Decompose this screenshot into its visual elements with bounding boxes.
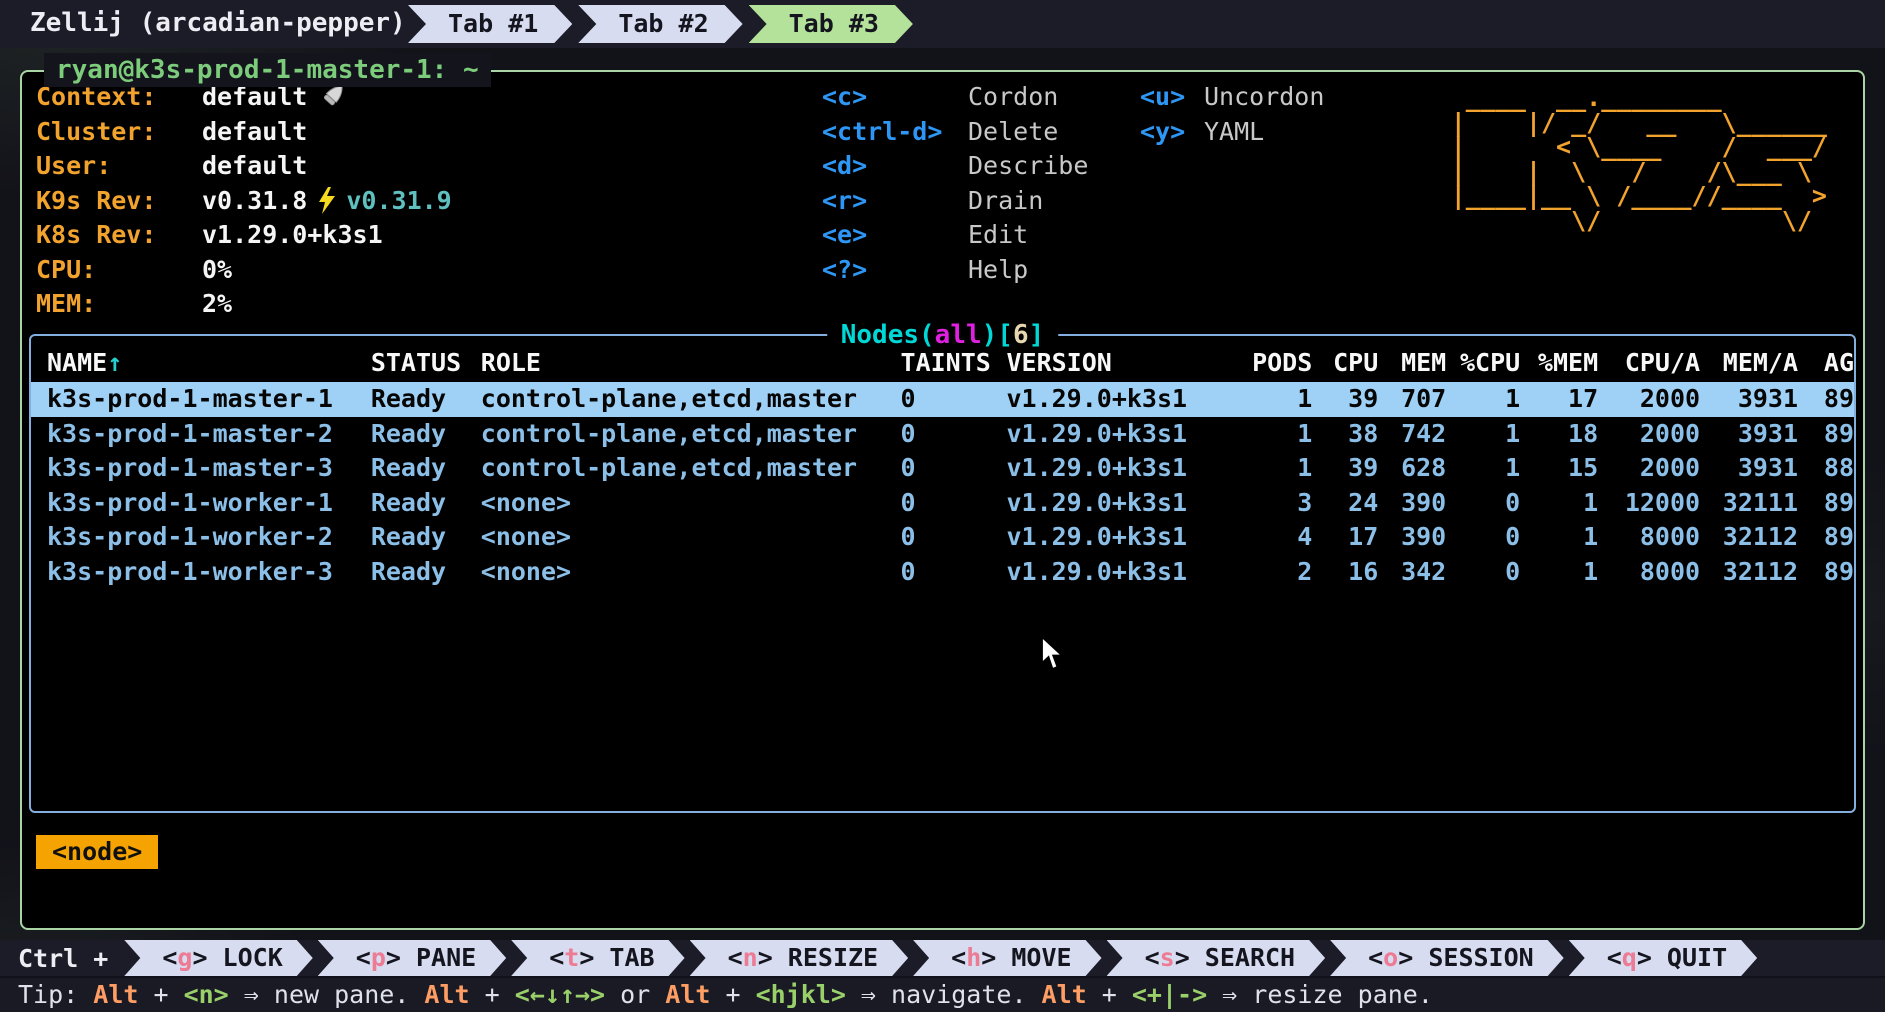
upgrade-bolt-icon <box>317 187 336 214</box>
column-header-status: STATUS <box>371 346 481 380</box>
table-row[interactable]: k3s-prod-1-master-1Readycontrol-plane,et… <box>31 382 1854 417</box>
status-ribbon-lock[interactable]: <g> LOCK <box>124 940 312 976</box>
column-header-pcpu: %CPU <box>1446 346 1520 380</box>
column-header-pods: PODS <box>1236 346 1312 380</box>
hotkey-hint: <c>Cordon <box>822 80 1088 115</box>
column-header-taints: TAINTS <box>901 346 1007 380</box>
session-name: Zellij (arcadian-pepper) <box>30 0 406 46</box>
sort-arrow-icon: ↑ <box>107 348 122 377</box>
hotkey-hint: <?>Help <box>822 253 1088 288</box>
pane-title: ryan@k3s-prod-1-master-1: ~ <box>44 53 491 87</box>
column-header-mema: MEM/A <box>1700 346 1798 380</box>
zellij-top-bar: Zellij (arcadian-pepper) Tab #1Tab #2Tab… <box>0 0 1885 48</box>
column-header-version: VERSION <box>1006 346 1236 380</box>
info-row: Cluster:default <box>36 115 452 150</box>
hotkey-hint: <e>Edit <box>822 218 1088 253</box>
tab-3[interactable]: Tab #3 <box>749 5 913 43</box>
status-ribbon-search[interactable]: <s> SEARCH <box>1107 940 1326 976</box>
column-header-name: NAME↑ <box>47 346 371 380</box>
column-header-cpua: CPU/A <box>1598 346 1700 380</box>
status-ribbon-session[interactable]: <o> SESSION <box>1330 940 1564 976</box>
column-header-cpu: CPU <box>1312 346 1378 380</box>
hotkey-hint: <d>Describe <box>822 149 1088 184</box>
k9s-cluster-info: Context:default Cluster:defaultUser:defa… <box>36 80 452 322</box>
node-table-body: k3s-prod-1-master-1Readycontrol-plane,et… <box>31 382 1854 589</box>
column-header-pmem: %MEM <box>1520 346 1598 380</box>
table-row[interactable]: k3s-prod-1-worker-2Ready<none>0v1.29.0+k… <box>31 520 1854 555</box>
mouse-cursor-icon <box>1040 636 1068 676</box>
status-ribbons: <g> LOCK<p> PANE<t> TAB<n> RESIZE<h> MOV… <box>124 940 1757 976</box>
k9s-hotkeys-column-2: <u>Uncordon<y>YAML <box>1140 80 1324 149</box>
table-header-row: NAME↑STATUSROLETAINTSVERSIONPODSCPUMEM%C… <box>31 346 1854 380</box>
table-row[interactable]: k3s-prod-1-master-2Readycontrol-plane,et… <box>31 417 1854 452</box>
info-row: User:default <box>36 149 452 184</box>
status-ribbon-pane[interactable]: <p> PANE <box>318 940 506 976</box>
table-row[interactable]: k3s-prod-1-worker-3Ready<none>0v1.29.0+k… <box>31 555 1854 590</box>
hotkey-hint: <r>Drain <box>822 184 1088 219</box>
tab-bar: Tab #1Tab #2Tab #3 <box>408 5 913 43</box>
column-header-mem: MEM <box>1378 346 1446 380</box>
ctrl-prefix-label: Ctrl + <box>18 944 108 973</box>
info-row: K8s Rev:v1.29.0+k3s1 <box>36 218 452 253</box>
column-header-age: AG <box>1798 346 1854 380</box>
tab-1[interactable]: Tab #1 <box>408 5 572 43</box>
status-ribbon-tab[interactable]: <t> TAB <box>511 940 684 976</box>
info-row: MEM:2% <box>36 287 452 322</box>
nodes-table: Nodes(all)[6] NAME↑STATUSROLETAINTSVERSI… <box>29 334 1856 813</box>
column-header-role: ROLE <box>481 346 901 380</box>
status-ribbon-resize[interactable]: <n> RESIZE <box>690 940 909 976</box>
zellij-status-bar: Ctrl + <g> LOCK<p> PANE<t> TAB<n> RESIZE… <box>0 940 1885 976</box>
table-row[interactable]: k3s-prod-1-worker-1Ready<none>0v1.29.0+k… <box>31 486 1854 521</box>
hotkey-hint: <u>Uncordon <box>1140 80 1324 115</box>
terminal-pane[interactable]: Context:default Cluster:defaultUser:defa… <box>20 70 1865 930</box>
tab-2[interactable]: Tab #2 <box>578 5 742 43</box>
info-row: CPU:0% <box>36 253 452 288</box>
hotkey-hint: <ctrl-d>Delete <box>822 115 1088 150</box>
hotkey-hint: <y>YAML <box>1140 115 1324 150</box>
status-ribbon-move[interactable]: <h> MOVE <box>913 940 1101 976</box>
table-row[interactable]: k3s-prod-1-master-3Readycontrol-plane,et… <box>31 451 1854 486</box>
k9s-hotkeys-column-1: <c>Cordon<ctrl-d>Delete<d>Describe<r>Dra… <box>822 80 1088 287</box>
k9s-ascii-logo: ____ __.________ | |/ _/ __ \______ | < … <box>1451 86 1827 233</box>
zellij-tip-bar: Tip: Alt + <n> ⇒ new pane. Alt + <←↓↑→> … <box>0 976 1885 1012</box>
status-ribbon-quit[interactable]: <q> QUIT <box>1569 940 1757 976</box>
breadcrumb: <node> <box>36 835 158 869</box>
info-row: K9s Rev:v0.31.8 v0.31.9 <box>36 184 452 219</box>
